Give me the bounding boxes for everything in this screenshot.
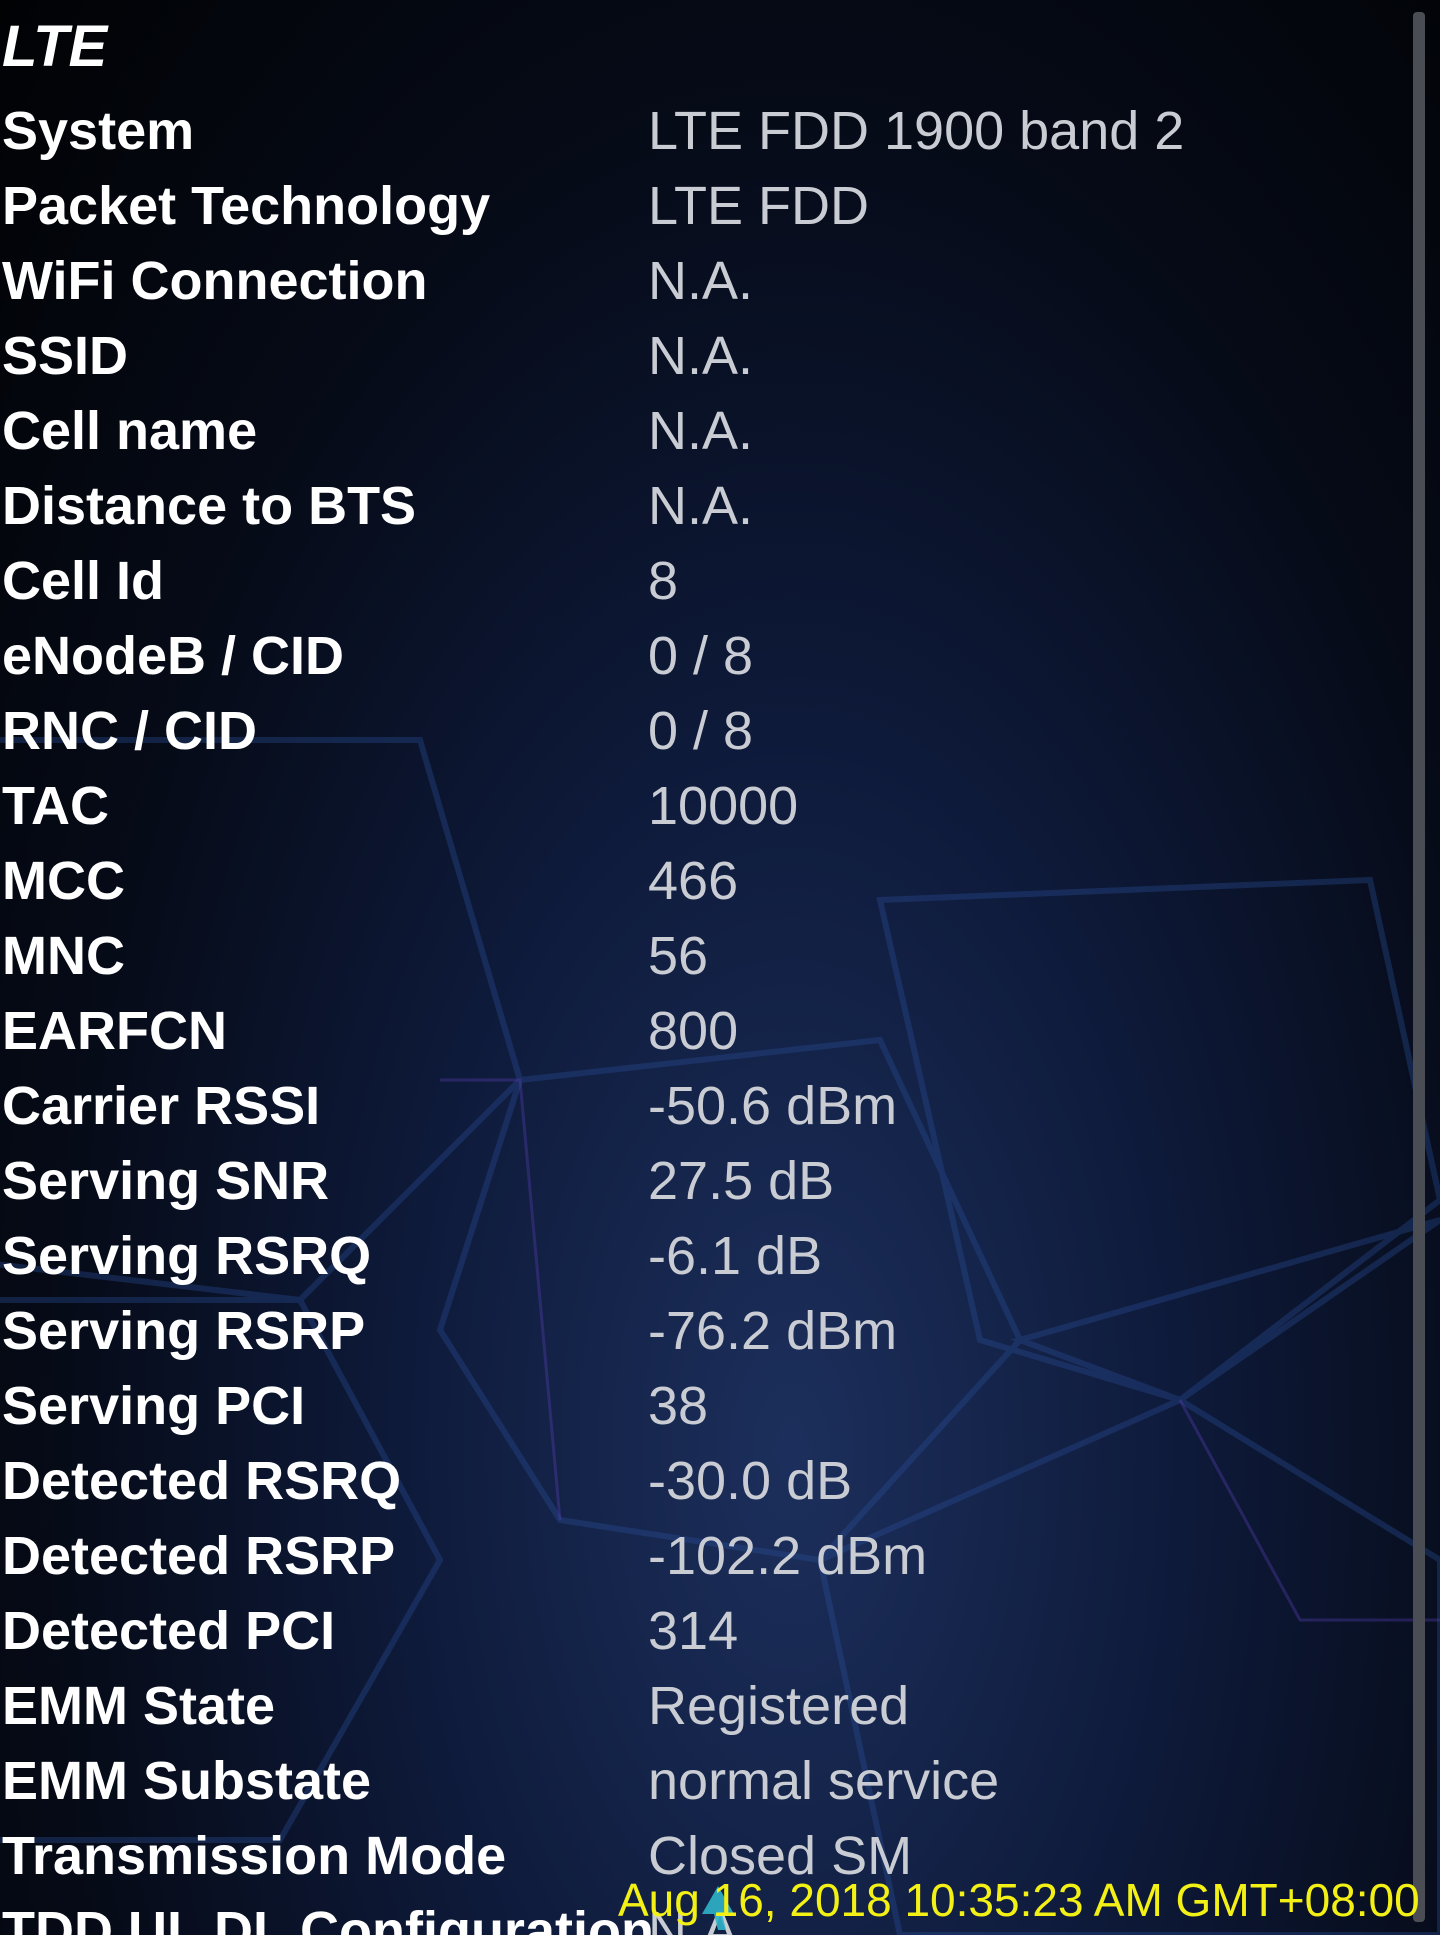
row-label: Detected RSRQ (2, 1451, 402, 1511)
info-row-serving-pci: Serving PCI 38 (2, 1369, 1402, 1444)
info-row-rnc-cid: RNC / CID 0 / 8 (2, 694, 1402, 769)
info-list: System LTE FDD 1900 band 2 Packet Techno… (2, 94, 1402, 1935)
row-value: -102.2 dBm (648, 1526, 928, 1586)
row-value: -30.0 dB (648, 1451, 853, 1511)
row-value: N.A. (648, 251, 754, 311)
info-row-earfcn: EARFCN 800 (2, 994, 1402, 1069)
info-row-packet-technology: Packet Technology LTE FDD (2, 169, 1402, 244)
row-label: EMM State (2, 1676, 276, 1736)
section-title: LTE (2, 14, 108, 79)
scrollbar[interactable] (1413, 12, 1425, 1922)
row-label: TDD UL DL Configuration (2, 1901, 654, 1935)
row-label: EARFCN (2, 1001, 227, 1061)
info-row-ssid: SSID N.A. (2, 319, 1402, 394)
timestamp-overlay: Aug 16, 2018 10:35:23 AM GMT+08:00 (618, 1874, 1420, 1926)
row-value: N.A. (648, 401, 754, 461)
row-label: Carrier RSSI (2, 1076, 321, 1136)
info-row-tac: TAC 10000 (2, 769, 1402, 844)
row-label: Serving RSRP (2, 1301, 366, 1361)
row-label: Serving SNR (2, 1151, 330, 1211)
row-value: -76.2 dBm (648, 1301, 898, 1361)
info-row-emm-substate: EMM Substate normal service (2, 1744, 1402, 1819)
info-row-system: System LTE FDD 1900 band 2 (2, 94, 1402, 169)
row-value: LTE FDD (648, 176, 870, 236)
row-label: MNC (2, 926, 125, 986)
row-label: Cell Id (2, 551, 165, 611)
row-value: 10000 (648, 776, 799, 836)
row-label: RNC / CID (2, 701, 257, 761)
row-value: 38 (648, 1376, 709, 1436)
row-label: Packet Technology (2, 176, 491, 236)
row-label: EMM Substate (2, 1751, 372, 1811)
info-row-serving-rsrp: Serving RSRP -76.2 dBm (2, 1294, 1402, 1369)
row-value: 56 (648, 926, 709, 986)
row-label: SSID (2, 326, 129, 386)
row-value: 27.5 dB (648, 1151, 835, 1211)
info-row-distance-to-bts: Distance to BTS N.A. (2, 469, 1402, 544)
info-row-mcc: MCC 466 (2, 844, 1402, 919)
row-label: TAC (2, 776, 109, 836)
row-value: 800 (648, 1001, 739, 1061)
row-label: MCC (2, 851, 125, 911)
row-value: 466 (648, 851, 739, 911)
lte-info-screen: LTE System LTE FDD 1900 band 2 Packet Te… (0, 0, 1440, 1935)
row-value: 314 (648, 1601, 739, 1661)
row-label: Serving RSRQ (2, 1226, 372, 1286)
info-row-detected-rsrp: Detected RSRP -102.2 dBm (2, 1519, 1402, 1594)
info-row-detected-rsrq: Detected RSRQ -30.0 dB (2, 1444, 1402, 1519)
row-label: System (2, 101, 195, 161)
row-label: Detected RSRP (2, 1526, 396, 1586)
row-label: Detected PCI (2, 1601, 336, 1661)
row-label: WiFi Connection (2, 251, 428, 311)
info-row-cell-id: Cell Id 8 (2, 544, 1402, 619)
row-value: 0 / 8 (648, 701, 754, 761)
info-row-detected-pci: Detected PCI 314 (2, 1594, 1402, 1669)
info-row-serving-rsrq: Serving RSRQ -6.1 dB (2, 1219, 1402, 1294)
info-row-emm-state: EMM State Registered (2, 1669, 1402, 1744)
row-label: Serving PCI (2, 1376, 306, 1436)
row-label: Cell name (2, 401, 258, 461)
row-value: N.A. (648, 326, 754, 386)
info-row-mnc: MNC 56 (2, 919, 1402, 994)
info-row-wifi-connection: WiFi Connection N.A. (2, 244, 1402, 319)
row-value: 0 / 8 (648, 626, 754, 686)
row-value: LTE FDD 1900 band 2 (648, 101, 1185, 161)
row-label: Transmission Mode (2, 1826, 507, 1886)
row-value: normal service (648, 1751, 1000, 1811)
info-row-carrier-rssi: Carrier RSSI -50.6 dBm (2, 1069, 1402, 1144)
row-value: -6.1 dB (648, 1226, 823, 1286)
row-value: Registered (648, 1676, 910, 1736)
row-value: -50.6 dBm (648, 1076, 898, 1136)
row-value: N.A. (648, 476, 754, 536)
info-row-serving-snr: Serving SNR 27.5 dB (2, 1144, 1402, 1219)
info-row-cell-name: Cell name N.A. (2, 394, 1402, 469)
info-row-enodeb-cid: eNodeB / CID 0 / 8 (2, 619, 1402, 694)
row-value: 8 (648, 551, 679, 611)
row-label: eNodeB / CID (2, 626, 345, 686)
row-label: Distance to BTS (2, 476, 417, 536)
